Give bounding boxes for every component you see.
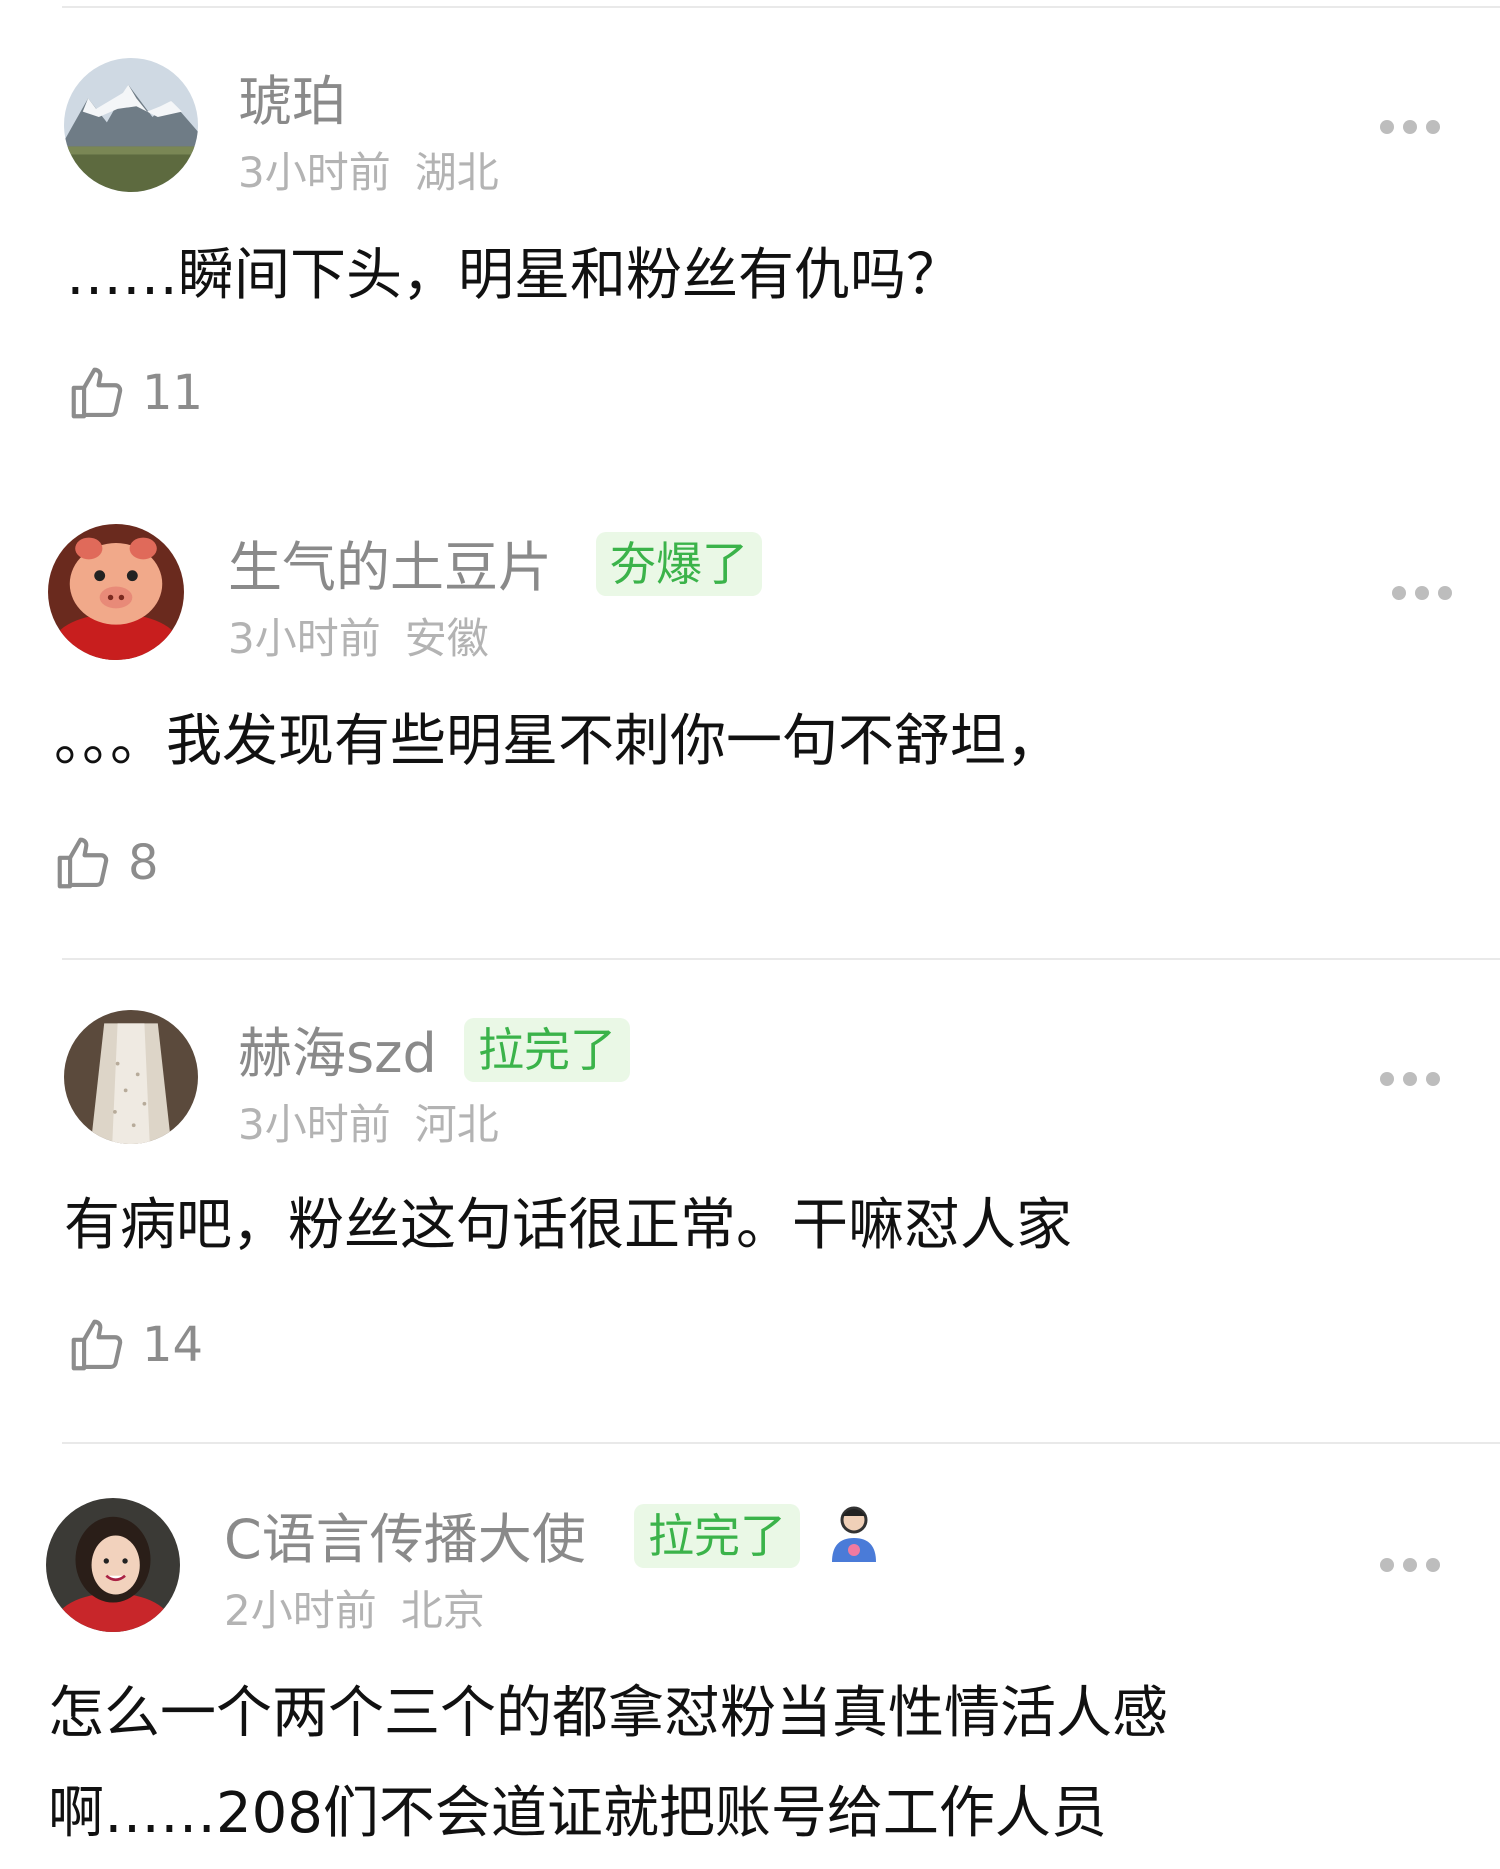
avatar[interactable] xyxy=(46,1498,180,1632)
thumbs-up-icon xyxy=(71,367,123,419)
pig-avatar-image xyxy=(48,524,184,660)
comment-meta: 3小时前 河北 xyxy=(238,1100,499,1150)
girl-avatar-image xyxy=(46,1498,180,1632)
mountain-avatar-image xyxy=(64,58,198,192)
timestamp: 3小时前 xyxy=(238,1100,391,1149)
location: 安徽 xyxy=(404,614,489,663)
user-badge: 拉完了 xyxy=(634,1504,800,1568)
like-button[interactable]: 11 xyxy=(66,358,203,428)
username[interactable]: 赫海szd xyxy=(238,1022,437,1086)
timestamp: 2小时前 xyxy=(224,1586,377,1635)
thumbs-up-icon xyxy=(57,837,109,889)
user-badge: 夯爆了 xyxy=(596,532,762,596)
username[interactable]: C语言传播大使 xyxy=(224,1508,586,1572)
top-divider xyxy=(62,6,1500,8)
member-avatar-icon xyxy=(828,1504,880,1564)
timestamp: 3小时前 xyxy=(238,148,391,197)
location: 北京 xyxy=(400,1586,485,1635)
comment-text: 有病吧，粉丝这句话很正常。干嘛怼人家 xyxy=(64,1193,1072,1258)
more-dots-icon[interactable] xyxy=(1380,1555,1440,1575)
like-count: 8 xyxy=(128,835,159,891)
like-count: 14 xyxy=(142,1317,204,1373)
comment-text-line: 啊……208们不会道证就把账号给工作人员 xyxy=(48,1781,1107,1846)
location: 湖北 xyxy=(414,148,499,197)
avatar[interactable] xyxy=(48,524,184,660)
comment-divider xyxy=(62,958,1500,960)
like-button[interactable]: 8 xyxy=(52,828,159,898)
comment-meta: 3小时前 安徽 xyxy=(228,614,489,664)
like-button[interactable]: 14 xyxy=(66,1310,203,1380)
username[interactable]: 琥珀 xyxy=(238,70,346,134)
comment-divider xyxy=(62,1442,1500,1444)
location: 河北 xyxy=(414,1100,499,1149)
timestamp: 3小时前 xyxy=(228,614,381,663)
comment-meta: 3小时前 湖北 xyxy=(238,148,499,198)
user-badge: 拉完了 xyxy=(464,1018,630,1082)
more-dots-icon[interactable] xyxy=(1380,1069,1440,1089)
gown-avatar-image xyxy=(64,1010,198,1144)
more-dots-icon[interactable] xyxy=(1392,583,1452,603)
thumbs-up-icon xyxy=(71,1319,123,1371)
more-dots-icon[interactable] xyxy=(1380,117,1440,137)
comment-meta: 2小时前 北京 xyxy=(224,1586,485,1636)
like-count: 11 xyxy=(142,365,204,421)
avatar[interactable] xyxy=(64,58,198,192)
comment-text-line: 怎么一个两个三个的都拿怼粉当真性情活人感 xyxy=(48,1681,1168,1746)
comment-text: ……瞬间下头，明星和粉丝有仇吗？ xyxy=(66,243,962,308)
username[interactable]: 生气的土豆片 xyxy=(228,536,552,600)
avatar[interactable] xyxy=(64,1010,198,1144)
comment-text: 。。。我发现有些明星不刺你一句不舒坦， xyxy=(54,709,1062,774)
